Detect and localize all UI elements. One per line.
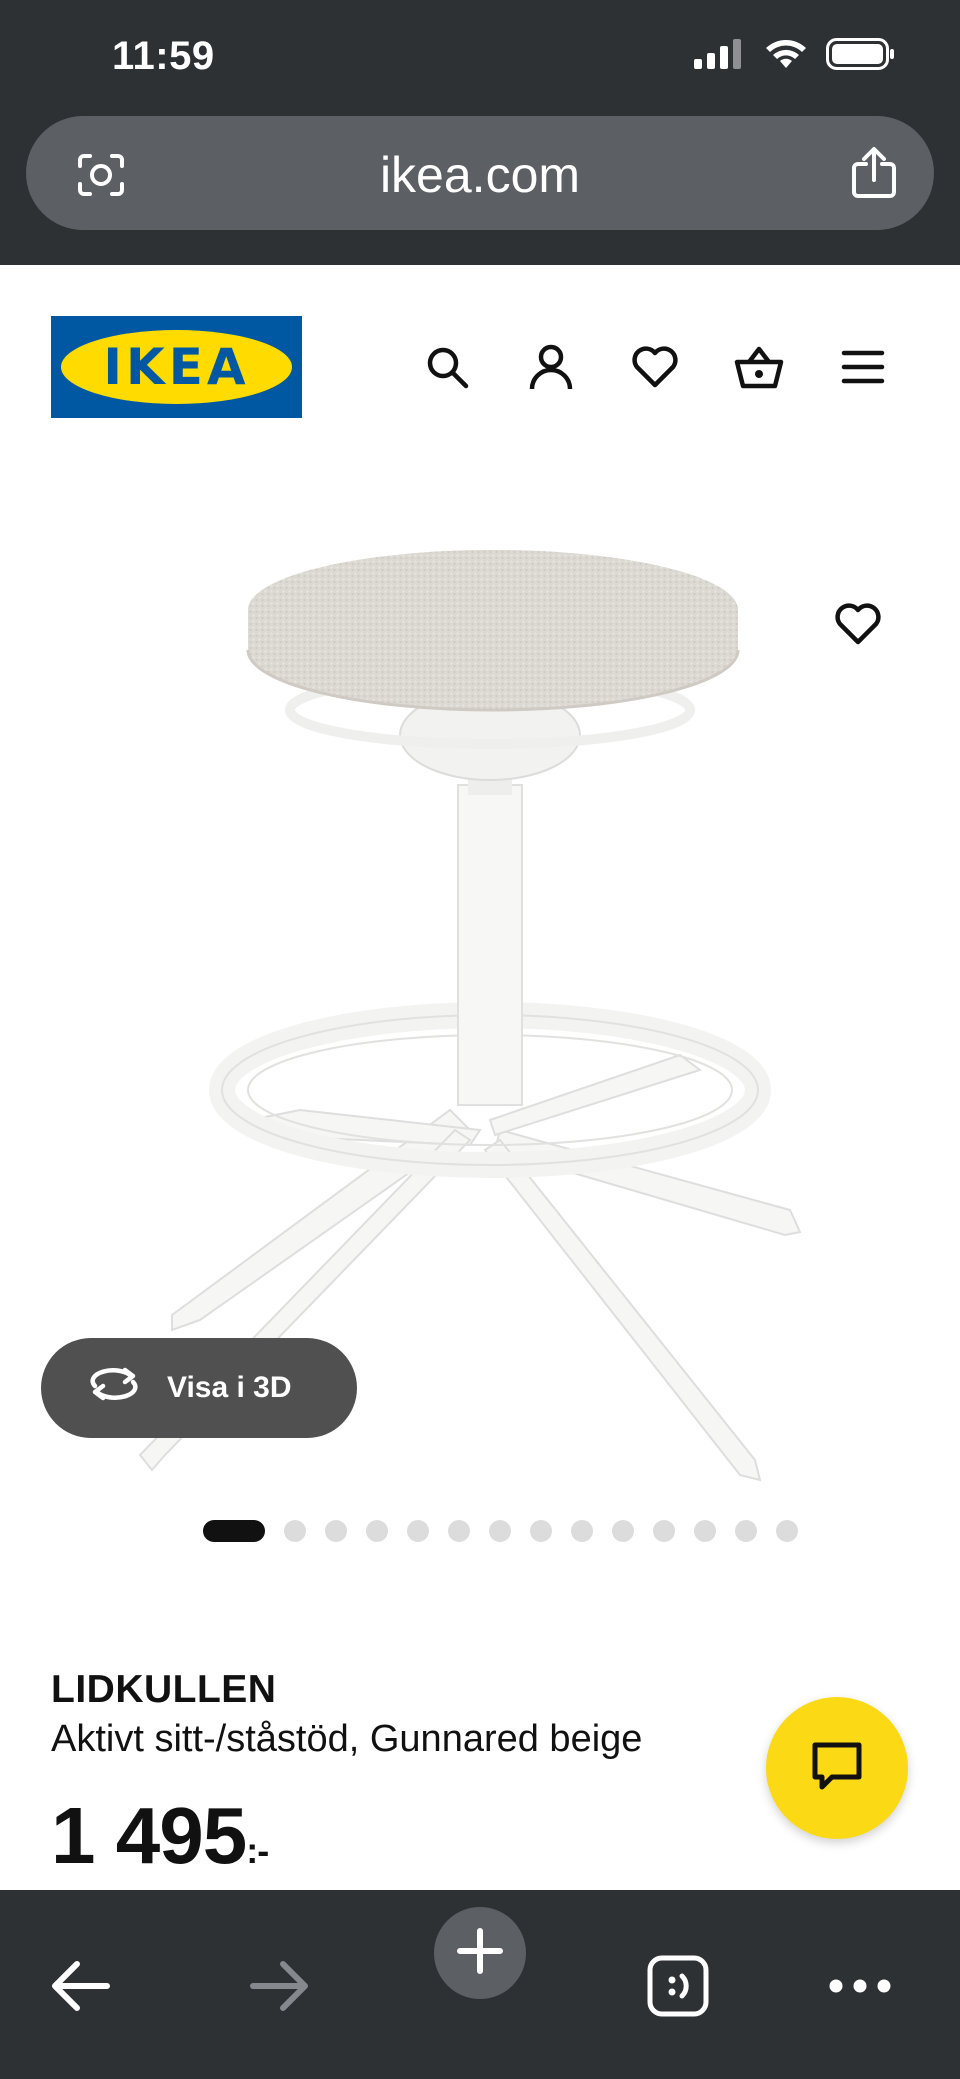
carousel-dot[interactable] <box>366 1520 388 1542</box>
carousel-dot[interactable] <box>571 1520 593 1542</box>
carousel-dot-active[interactable] <box>203 1520 265 1542</box>
product-gallery[interactable]: Visa i 3D <box>0 470 960 1500</box>
carousel-dot[interactable] <box>530 1520 552 1542</box>
forward-icon[interactable] <box>242 1948 318 2024</box>
basket-icon[interactable] <box>732 340 786 394</box>
browser-top-bar: 11:59 ikea.com <box>0 0 960 265</box>
carousel-dot[interactable] <box>612 1520 634 1542</box>
carousel-dot[interactable] <box>653 1520 675 1542</box>
wifi-icon <box>764 38 808 75</box>
ikea-logo[interactable]: IKEA <box>51 316 302 418</box>
header-icon-bar <box>420 340 890 394</box>
carousel-dot[interactable] <box>735 1520 757 1542</box>
product-name: LIDKULLEN <box>51 1668 277 1711</box>
carousel-dot[interactable] <box>776 1520 798 1542</box>
logo-text: IKEA <box>103 338 250 396</box>
more-icon[interactable] <box>822 1948 898 2024</box>
url-text[interactable]: ikea.com <box>26 146 934 204</box>
view-3d-button[interactable]: Visa i 3D <box>41 1338 357 1438</box>
account-icon[interactable] <box>524 340 578 394</box>
product-price: 1 495:- <box>51 1790 269 1882</box>
url-bar[interactable]: ikea.com <box>26 116 934 230</box>
back-icon[interactable] <box>42 1948 118 2024</box>
price-value: 1 495 <box>51 1791 247 1880</box>
status-icons <box>694 38 896 75</box>
status-time: 11:59 <box>112 34 215 78</box>
view-3d-label: Visa i 3D <box>167 1371 292 1404</box>
carousel-dot[interactable] <box>448 1520 470 1542</box>
carousel-dot[interactable] <box>407 1520 429 1542</box>
logo-oval: IKEA <box>61 330 292 404</box>
carousel-dot[interactable] <box>694 1520 716 1542</box>
chat-icon <box>810 1740 864 1797</box>
carousel-dot[interactable] <box>489 1520 511 1542</box>
menu-icon[interactable] <box>836 340 890 394</box>
site-header: IKEA <box>0 265 960 418</box>
heart-icon[interactable] <box>628 340 682 394</box>
search-icon[interactable] <box>420 340 474 394</box>
carousel-dot[interactable] <box>284 1520 306 1542</box>
favorite-icon[interactable] <box>830 596 886 652</box>
tabs-icon[interactable] <box>640 1948 716 2024</box>
rotate-icon <box>87 1364 141 1412</box>
chat-button[interactable] <box>766 1697 908 1839</box>
battery-icon <box>826 38 896 75</box>
new-tab-icon <box>456 1927 504 1980</box>
product-description: Aktivt sitt-/ståstöd, Gunnared beige <box>51 1718 643 1760</box>
new-tab-button[interactable] <box>434 1907 526 1999</box>
share-icon[interactable] <box>850 146 898 203</box>
carousel-indicator <box>203 1520 798 1542</box>
signal-icon <box>694 39 746 74</box>
carousel-dot[interactable] <box>325 1520 347 1542</box>
price-suffix: :- <box>246 1830 269 1871</box>
